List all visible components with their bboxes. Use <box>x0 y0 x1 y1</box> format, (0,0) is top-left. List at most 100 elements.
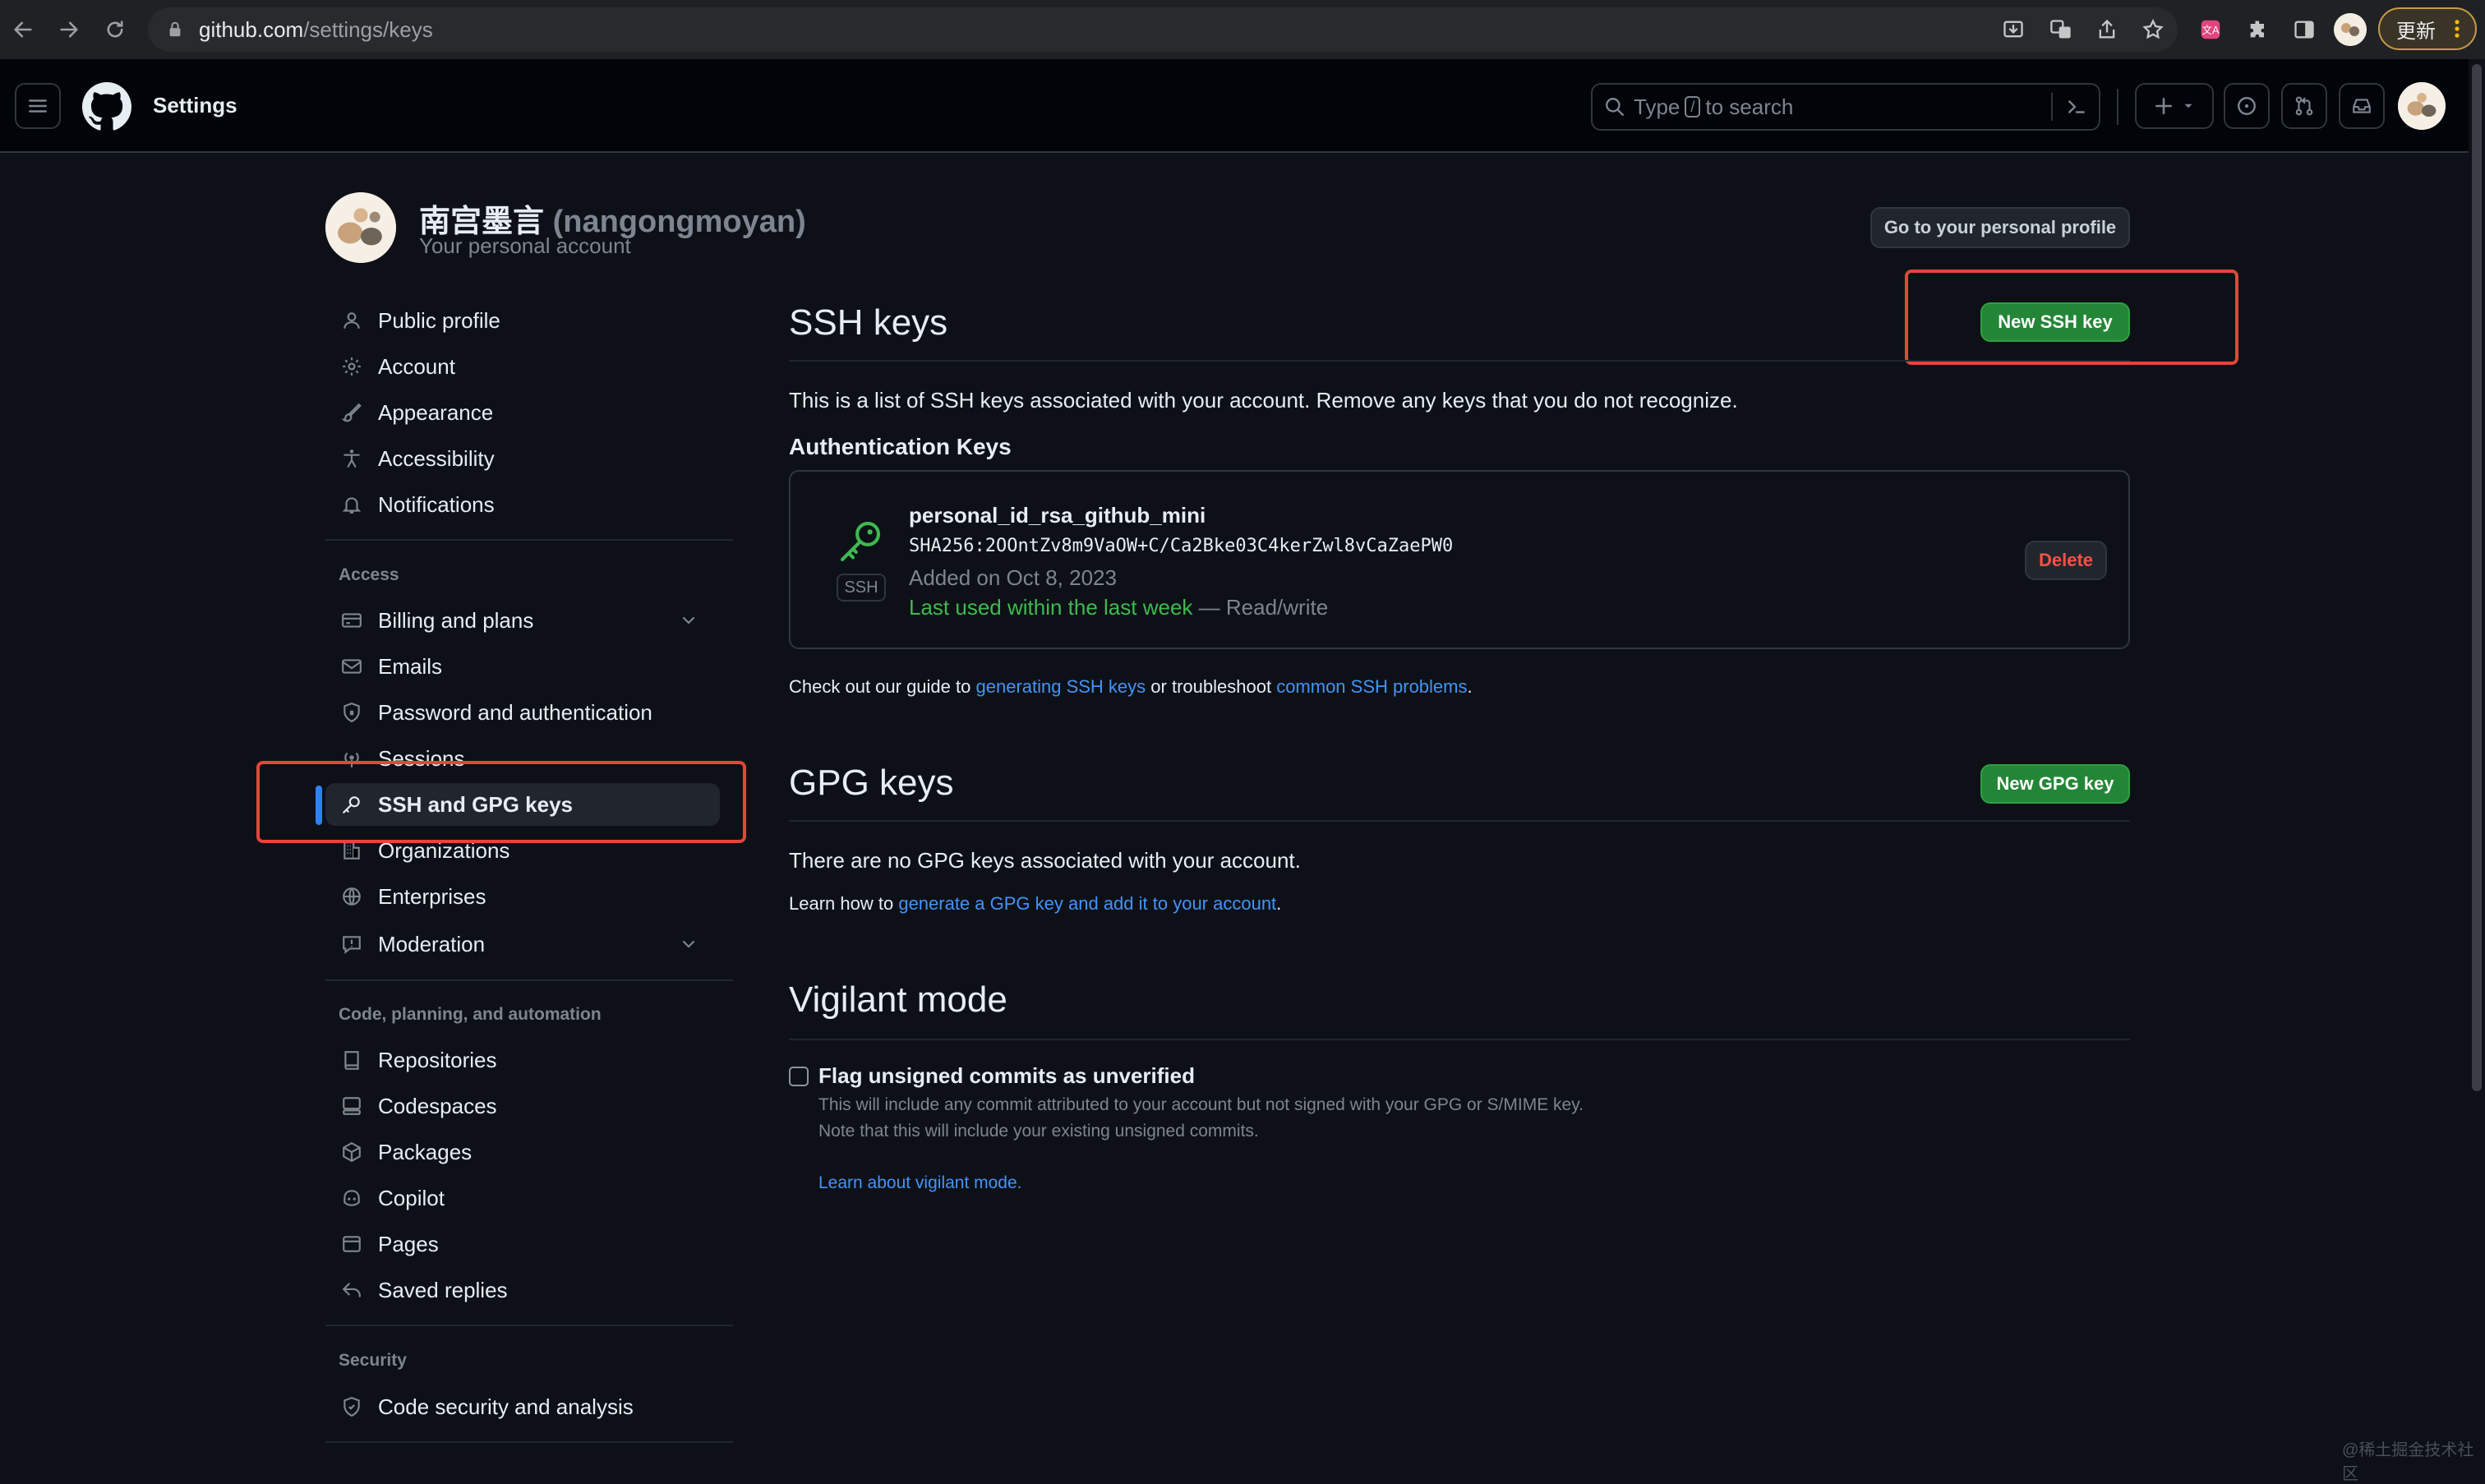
new-gpg-key-button[interactable]: New GPG key <box>1980 764 2130 804</box>
puzzle-icon[interactable] <box>2242 13 2275 46</box>
learn-vigilant-link[interactable]: Learn about vigilant mode. <box>818 1173 1022 1193</box>
pull-requests-button[interactable] <box>2281 83 2327 129</box>
ssh-guide-text: Check out our guide to generating SSH ke… <box>789 676 1473 697</box>
ssh-key-title: personal_id_rsa_github_mini <box>909 503 1206 528</box>
side-panel-icon[interactable] <box>2288 13 2321 46</box>
sidebar-divider <box>325 539 733 541</box>
vigilant-desc-2: Note that this will include your existin… <box>818 1122 1259 1141</box>
translate-icon[interactable] <box>2045 13 2077 46</box>
search-input[interactable]: Type / to search <box>1591 83 2100 131</box>
chevron-down-icon <box>682 616 695 624</box>
share-icon[interactable] <box>2091 13 2123 46</box>
flag-unsigned-checkbox[interactable] <box>789 1067 809 1086</box>
sidebar-item-label: Code security and analysis <box>378 1394 634 1419</box>
flag-unsigned-label[interactable]: Flag unsigned commits as unverified <box>818 1063 1195 1089</box>
generating-ssh-keys-link[interactable]: generating SSH keys <box>976 676 1146 697</box>
repo-icon <box>337 1049 367 1071</box>
sidebar-item-copilot[interactable]: Copilot <box>325 1177 720 1219</box>
sidebar-item-pages[interactable]: Pages <box>325 1223 720 1265</box>
search-shortcut-key: / <box>1685 96 1701 118</box>
create-new-button[interactable] <box>2135 83 2214 129</box>
url-text: github.com/settings/keys <box>199 16 433 42</box>
sidebar-item-label: Emails <box>378 653 443 679</box>
accessibility-icon <box>337 448 367 469</box>
sidebar-item-repositories[interactable]: Repositories <box>325 1039 720 1081</box>
sidebar-item-appearance[interactable]: Appearance <box>325 391 720 434</box>
github-logo-icon[interactable] <box>82 82 131 131</box>
page-scrollbar-thumb[interactable] <box>2472 64 2482 1091</box>
ssh-keys-title: SSH keys <box>789 302 948 343</box>
ssh-badge: SSH <box>837 574 886 601</box>
header-title: Settings <box>153 93 237 118</box>
auth-keys-heading: Authentication Keys <box>789 434 1012 459</box>
sidebar-item-label: Enterprises <box>378 883 486 909</box>
generate-gpg-key-link[interactable]: generate a GPG key and add it to your ac… <box>898 893 1276 914</box>
sidebar-item-notifications[interactable]: Notifications <box>325 483 720 526</box>
menu-button[interactable] <box>15 83 61 129</box>
gear-icon <box>337 356 367 377</box>
install-app-icon[interactable] <box>1997 13 2030 46</box>
update-label: 更新 <box>2396 20 2436 43</box>
sidebar-item-moderation[interactable]: Moderation <box>325 923 720 966</box>
ssh-description: This is a list of SSH keys associated wi… <box>789 388 1738 412</box>
sidebar-divider <box>325 1325 733 1326</box>
sidebar-item-label: Pages <box>378 1231 439 1256</box>
vigilant-divider <box>789 1039 2130 1040</box>
search-icon <box>1606 98 1624 116</box>
kebab-menu-icon <box>2455 20 2460 38</box>
globe-icon <box>337 886 367 907</box>
package-icon <box>337 1141 367 1163</box>
sidebar-item-public-profile[interactable]: Public profile <box>325 299 720 342</box>
sidebar-item-password-auth[interactable]: Password and authentication <box>325 691 720 734</box>
sidebar-item-accessibility[interactable]: Accessibility <box>325 437 720 480</box>
sidebar-item-label: Copilot <box>378 1185 445 1210</box>
browser-profile-avatar[interactable] <box>2334 13 2367 46</box>
reload-icon <box>107 21 123 38</box>
sidebar-item-enterprises[interactable]: Enterprises <box>325 875 720 918</box>
browser-icon <box>337 1233 367 1255</box>
command-palette-icon[interactable] <box>2066 96 2087 118</box>
bell-icon <box>337 494 367 515</box>
hamburger-icon <box>29 99 47 113</box>
extension-icon[interactable]: 文A <box>2194 13 2227 46</box>
sidebar-item-code-security[interactable]: Code security and analysis <box>325 1385 720 1428</box>
user-avatar[interactable] <box>2398 82 2446 130</box>
sidebar-item-label: Repositories <box>378 1047 497 1072</box>
sidebar-divider <box>325 979 733 981</box>
delete-key-button[interactable]: Delete <box>2025 541 2107 580</box>
forward-button[interactable] <box>51 12 87 48</box>
back-button[interactable] <box>5 12 41 48</box>
reply-icon <box>337 1279 367 1301</box>
sidebar-heading-code: Code, planning, and automation <box>339 1005 602 1024</box>
sidebar-item-label: Notifications <box>378 491 495 517</box>
sidebar-item-saved-replies[interactable]: Saved replies <box>325 1269 720 1311</box>
reload-button[interactable] <box>97 12 133 48</box>
arrow-left-icon <box>14 21 32 38</box>
sidebar-item-emails[interactable]: Emails <box>325 645 720 688</box>
star-icon[interactable] <box>2137 13 2169 46</box>
codespaces-icon <box>337 1095 367 1117</box>
ssh-divider <box>789 360 2130 362</box>
sidebar-item-label: Password and authentication <box>378 699 652 725</box>
shield-lock-icon <box>337 702 367 723</box>
issues-button[interactable] <box>2224 83 2270 129</box>
sidebar-heading-access: Access <box>339 565 399 584</box>
arrow-right-icon <box>60 21 78 38</box>
mail-icon <box>337 656 367 677</box>
address-bar[interactable]: github.com/settings/keys <box>148 7 2178 52</box>
sidebar-item-packages[interactable]: Packages <box>325 1131 720 1173</box>
go-to-profile-button[interactable]: Go to your personal profile <box>1870 207 2130 248</box>
highlight-box-new-ssh <box>1905 270 2238 365</box>
sidebar-item-label: Appearance <box>378 399 494 425</box>
issue-opened-icon <box>2238 97 2256 115</box>
update-button[interactable]: 更新 <box>2378 7 2477 50</box>
profile-avatar <box>325 192 396 263</box>
gpg-learn-text: Learn how to generate a GPG key and add … <box>789 893 1282 914</box>
sidebar-item-account[interactable]: Account <box>325 345 720 388</box>
sidebar-item-label: Public profile <box>378 307 500 333</box>
common-ssh-problems-link[interactable]: common SSH problems <box>1276 676 1467 697</box>
sidebar-item-codespaces[interactable]: Codespaces <box>325 1085 720 1127</box>
inbox-button[interactable] <box>2339 83 2385 129</box>
ssh-key-added-date: Added on Oct 8, 2023 <box>909 565 1117 590</box>
sidebar-item-billing[interactable]: Billing and plans <box>325 599 720 642</box>
